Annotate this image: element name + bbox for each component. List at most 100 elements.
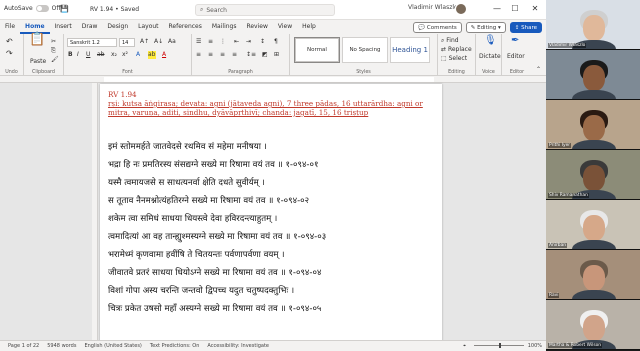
align-right-icon[interactable]: ≡: [220, 51, 225, 59]
replace-button[interactable]: ⇄ Replace: [441, 46, 472, 54]
tab-layout[interactable]: Layout: [133, 20, 163, 34]
shrink-font-icon[interactable]: A↓: [154, 38, 163, 46]
doc-meta-line-2[interactable]: mitra, varuṇa, aditi, sindhu, dyāvāpṛthi…: [108, 108, 368, 117]
paste-icon[interactable]: 📋: [29, 33, 45, 46]
verse-line[interactable]: भरामेध्मं कृणवामा हवींषि ते चितयन्तः पर्…: [108, 248, 284, 260]
bullets-icon[interactable]: ☰: [196, 38, 201, 46]
tab-insert[interactable]: Insert: [50, 20, 77, 34]
close-button[interactable]: ✕: [528, 3, 542, 15]
font-size-select[interactable]: 14: [119, 38, 135, 47]
find-button[interactable]: ⌕ Find: [441, 37, 459, 45]
text-effects-icon[interactable]: A: [136, 51, 140, 59]
autosave[interactable]: AutoSave Off: [4, 5, 61, 12]
style-no-spacing[interactable]: No Spacing: [342, 37, 388, 63]
highlight-icon[interactable]: ab: [148, 51, 156, 59]
participant-tile[interactable]: Shiv Ramanathan: [546, 150, 640, 200]
page-count[interactable]: Page 1 of 22: [8, 343, 39, 349]
shading-icon[interactable]: ◩: [262, 51, 268, 59]
select-button[interactable]: ⬚ Select: [441, 55, 467, 63]
editor-label[interactable]: Editor: [507, 53, 525, 61]
participant-name: Vladimir Wlaszlo: [548, 43, 587, 48]
bold-icon[interactable]: B: [68, 51, 73, 59]
italic-icon[interactable]: I: [77, 51, 79, 59]
decrease-indent-icon[interactable]: ⇤: [234, 38, 239, 46]
accessibility-status[interactable]: Accessibility: Investigate: [207, 343, 269, 349]
grow-font-icon[interactable]: A↑: [140, 38, 149, 46]
verse-line[interactable]: त्वमादित्यां आ वह तान्ह्युश्मस्यग्ने सख्…: [108, 230, 326, 242]
borders-icon[interactable]: ⊞: [274, 51, 279, 59]
collapse-ribbon-icon[interactable]: ⌃: [536, 66, 541, 74]
microphone-icon[interactable]: 🎙: [484, 36, 497, 46]
tab-file[interactable]: File: [0, 20, 20, 34]
style-normal[interactable]: Normal: [294, 37, 340, 63]
tab-review[interactable]: Review: [241, 20, 272, 34]
tab-view[interactable]: View: [273, 20, 297, 34]
verse-line[interactable]: शकेम त्वा समिधं साधया धियस्त्वे देवा हवि…: [108, 212, 277, 224]
tab-mailings[interactable]: Mailings: [207, 20, 242, 34]
align-left-icon[interactable]: ≡: [196, 51, 201, 59]
editor-pen-icon[interactable]: ✒: [511, 36, 519, 46]
participant-tile[interactable]: Ravi: [546, 250, 640, 300]
language-status[interactable]: English (United States): [84, 343, 141, 349]
save-icon[interactable]: 💾: [60, 5, 69, 13]
redo-icon[interactable]: ↷: [6, 50, 13, 58]
font-name-select[interactable]: Sanskrit 1.2: [67, 38, 117, 47]
line-spacing-icon[interactable]: ↕≡: [246, 51, 256, 59]
sort-icon[interactable]: ↕: [260, 38, 265, 46]
verse-line[interactable]: भद्रा हि नः प्रमतिरस्य संसद्यग्ने सख्ये …: [108, 158, 318, 170]
focus-icon[interactable]: ⌖: [463, 343, 466, 349]
tab-design[interactable]: Design: [102, 20, 133, 34]
user-name[interactable]: Vladimir Wlaszlo: [408, 4, 458, 11]
numbering-icon[interactable]: ≡: [208, 38, 213, 46]
maximize-button[interactable]: ☐: [508, 3, 522, 15]
doc-meta-line-1[interactable]: ṛṣi: kutsa āṅgirasa; devata: agni (jātav…: [108, 99, 423, 108]
word-count[interactable]: 5948 words: [47, 343, 76, 349]
increase-indent-icon[interactable]: ⇥: [246, 38, 251, 46]
underline-icon[interactable]: U: [86, 51, 90, 59]
document-page[interactable]: RV 1.94 ṛṣi: kutsa āṅgirasa; devata: agn…: [100, 84, 442, 340]
justify-icon[interactable]: ≡: [232, 51, 237, 59]
verse-line[interactable]: इमं स्तोममर्हते जातवेदसे रथमिव सं महेमा …: [108, 140, 267, 152]
strikethrough-icon[interactable]: ab: [97, 51, 105, 59]
show-marks-icon[interactable]: ¶: [274, 38, 278, 46]
subscript-icon[interactable]: x₂: [111, 51, 117, 59]
style-heading-1[interactable]: Heading 1: [390, 37, 430, 63]
zoom-level[interactable]: 100%: [528, 343, 542, 349]
editing-mode-button[interactable]: ✎ Editing ▾: [465, 22, 506, 33]
verse-line[interactable]: चित्रः प्रकेत उषसो महाँ अस्यग्ने सख्ये म…: [108, 302, 321, 314]
minimize-button[interactable]: —: [490, 3, 504, 15]
share-button[interactable]: ⇪ Share: [509, 22, 542, 33]
change-case-icon[interactable]: Aa: [168, 38, 176, 46]
tab-references[interactable]: References: [164, 20, 207, 34]
zoom-slider-handle[interactable]: [499, 343, 501, 348]
participant-face: [583, 165, 605, 191]
superscript-icon[interactable]: x²: [122, 51, 128, 59]
verse-line[interactable]: यस्मै त्वमायजसे स साधत्यनर्वा क्षेति दधत…: [108, 176, 265, 188]
participant-tile[interactable]: Vladimir Wlaszlo: [546, 0, 640, 50]
participant-tile[interactable]: Prithi Iyer: [546, 100, 640, 150]
tab-draw[interactable]: Draw: [77, 20, 103, 34]
format-painter-icon[interactable]: 🖌: [51, 56, 59, 64]
word-window: AutoSave Off 💾 RV 1.94 • Saved ⌕ Search …: [0, 0, 546, 351]
search-box[interactable]: ⌕ Search: [195, 4, 335, 16]
dictate-label[interactable]: Dictate: [479, 53, 501, 61]
verse-line[interactable]: विशां गोपा अस्य चरन्ति जन्तवो द्विपच्च य…: [108, 284, 294, 296]
participant-tile[interactable]: Martha & Robert Wilson: [546, 300, 640, 350]
predictions-status[interactable]: Text Predictions: On: [150, 343, 200, 349]
participant-tile[interactable]: [546, 50, 640, 100]
participant-tile[interactable]: Anirban: [546, 200, 640, 250]
autosave-toggle[interactable]: [35, 5, 49, 12]
multilevel-list-icon[interactable]: ⋮: [220, 38, 226, 46]
cut-icon[interactable]: ✂: [51, 38, 56, 46]
undo-icon[interactable]: ↶: [6, 38, 13, 46]
copy-icon[interactable]: ⎘: [51, 47, 56, 55]
font-color-icon[interactable]: A: [162, 51, 166, 59]
user-avatar[interactable]: [455, 3, 467, 15]
tab-help[interactable]: Help: [297, 20, 321, 34]
verse-line[interactable]: जीवातवे प्रतरं साधया धियोऽग्ने सख्ये मा …: [108, 266, 321, 278]
verse-line[interactable]: स तूताव नैनमश्नोत्यंहतिरग्ने सख्ये मा रि…: [108, 194, 309, 206]
paste-label[interactable]: Paste: [30, 58, 46, 66]
doc-heading[interactable]: RV 1.94: [108, 90, 137, 99]
comments-button[interactable]: 💬 Comments: [413, 22, 462, 33]
align-center-icon[interactable]: ≡: [208, 51, 213, 59]
